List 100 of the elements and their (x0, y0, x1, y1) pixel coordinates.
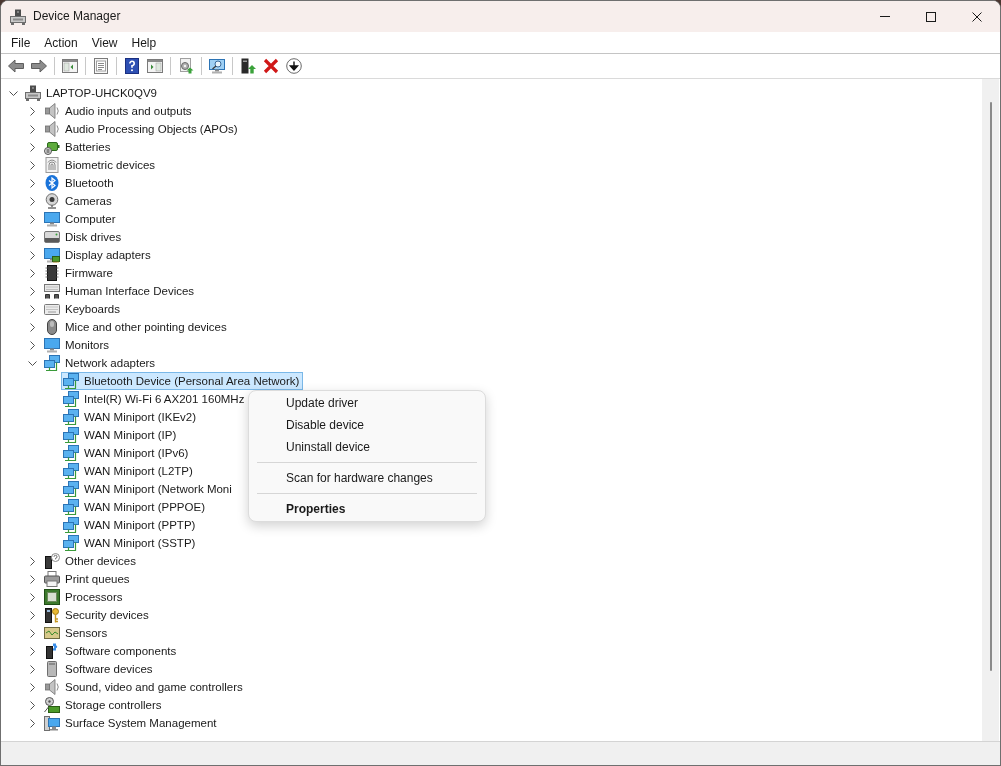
tree-item[interactable]: Sensors (42, 624, 112, 642)
chevron-right-icon[interactable] (29, 592, 35, 602)
chevron-right-icon[interactable] (29, 268, 35, 278)
tree-item[interactable]: Disk drives (42, 228, 126, 246)
menu-item[interactable]: Update driver (253, 392, 481, 414)
chevron-right-icon[interactable] (29, 646, 35, 656)
chevron-right-icon[interactable] (29, 664, 35, 674)
menu-item[interactable]: Scan for hardware changes (253, 467, 481, 489)
network-icon (63, 535, 79, 551)
chevron-right-icon[interactable] (29, 232, 35, 242)
chevron-right-icon[interactable] (29, 178, 35, 188)
tree-item[interactable]: Display adapters (42, 246, 155, 264)
tree-item[interactable]: WAN Miniport (PPTP) (61, 516, 200, 534)
chevron-right-icon[interactable] (29, 610, 35, 620)
tree-item[interactable]: Monitors (42, 336, 114, 354)
chevron-right-icon[interactable] (29, 160, 35, 170)
window-title: Device Manager (33, 9, 121, 24)
tree-item[interactable]: Intel(R) Wi-Fi 6 AX201 160MHz (61, 390, 249, 408)
tree-item[interactable]: WAN Miniport (Network Moni (61, 480, 236, 498)
menu-item[interactable]: Disable device (253, 414, 481, 436)
menu-item[interactable]: File (4, 34, 38, 51)
chevron-right-icon[interactable] (29, 718, 35, 728)
monitor-search-icon[interactable] (208, 58, 225, 74)
input-device-icon (44, 283, 60, 299)
window-pane-icon[interactable] (146, 58, 163, 74)
tree-item[interactable]: Batteries (42, 138, 115, 156)
tree-item[interactable]: WAN Miniport (IKEv2) (61, 408, 201, 426)
chevron-right-icon[interactable] (29, 322, 35, 332)
speaker-icon (44, 103, 60, 119)
chevron-right-icon[interactable] (29, 700, 35, 710)
tree-item[interactable]: Mice and other pointing devices (42, 318, 231, 336)
tree-item[interactable]: WAN Miniport (SSTP) (61, 534, 200, 552)
device-up-arrow-icon[interactable] (239, 58, 256, 74)
menu-item[interactable]: Help (124, 34, 164, 51)
tree-item[interactable]: Other devices (42, 552, 140, 570)
chevron-right-icon[interactable] (29, 286, 35, 296)
chevron-right-icon[interactable] (29, 196, 35, 206)
tree-item[interactable]: WAN Miniport (IPv6) (61, 444, 193, 462)
scrollbar-thumb[interactable] (989, 102, 992, 671)
down-arrow-circle-icon[interactable] (285, 58, 302, 74)
tree-item[interactable]: Storage controllers (42, 696, 166, 714)
tree-item[interactable]: Security devices (42, 606, 153, 624)
network-icon (63, 373, 79, 389)
tree-item[interactable]: Computer (42, 210, 120, 228)
forward-icon[interactable] (30, 58, 47, 74)
tree-item[interactable]: WAN Miniport (L2TP) (61, 462, 197, 480)
cross-icon[interactable] (262, 58, 279, 74)
tree-item[interactable]: Processors (42, 588, 127, 606)
tree-item[interactable]: Print queues (42, 570, 134, 588)
tree-item[interactable]: Software devices (42, 660, 157, 678)
speaker-icon (44, 121, 60, 137)
tree-item[interactable]: Software components (42, 642, 181, 660)
tree-item[interactable]: Audio inputs and outputs (42, 102, 196, 120)
device-puzzle-icon (44, 643, 60, 659)
tree-item[interactable]: Human Interface Devices (42, 282, 199, 300)
chevron-right-icon[interactable] (29, 250, 35, 260)
bluetooth-icon (44, 175, 60, 191)
tree-item[interactable]: WAN Miniport (IP) (61, 426, 181, 444)
chip-icon (44, 265, 60, 281)
tree-item[interactable]: Biometric devices (42, 156, 160, 174)
document-list-icon[interactable] (92, 58, 109, 74)
tree-item[interactable]: WAN Miniport (PPPOE) (61, 498, 209, 516)
help-icon[interactable] (123, 58, 140, 74)
tree-item[interactable]: Network adapters (42, 354, 160, 372)
webcam-icon (44, 193, 60, 209)
tree-item[interactable]: Firmware (42, 264, 117, 282)
battery-icon (44, 139, 60, 155)
tree-item[interactable]: Bluetooth (42, 174, 118, 192)
tree-item[interactable]: Cameras (42, 192, 116, 210)
storage-controller-icon (44, 697, 60, 713)
chevron-right-icon[interactable] (29, 628, 35, 638)
chevron-right-icon[interactable] (29, 304, 35, 314)
menu-item[interactable]: Action (37, 34, 85, 51)
tree-item[interactable]: LAPTOP-UHCK0QV9 (23, 84, 161, 102)
tree-item[interactable]: Bluetooth Device (Personal Area Network) (61, 372, 304, 390)
chevron-right-icon[interactable] (29, 340, 35, 350)
chevron-down-icon[interactable] (27, 360, 37, 366)
chevron-right-icon[interactable] (29, 556, 35, 566)
back-icon[interactable] (7, 58, 24, 74)
menu-item[interactable]: Uninstall device (253, 436, 481, 458)
tree-item[interactable]: Sound, video and game controllers (42, 678, 247, 696)
drive-icon (44, 229, 60, 245)
monitor-icon (44, 337, 60, 353)
chevron-down-icon[interactable] (8, 90, 18, 96)
chevron-right-icon[interactable] (29, 124, 35, 134)
processor-icon (44, 589, 60, 605)
tree-item[interactable]: Surface System Management (42, 714, 221, 732)
tree-item[interactable]: Keyboards (42, 300, 124, 318)
chevron-right-icon[interactable] (29, 574, 35, 584)
scrollbar[interactable] (982, 79, 999, 741)
chevron-right-icon[interactable] (29, 214, 35, 224)
minimize-icon (880, 16, 890, 17)
chevron-right-icon[interactable] (29, 682, 35, 692)
tree-item[interactable]: Audio Processing Objects (APOs) (42, 120, 242, 138)
menu-item[interactable]: Properties (253, 498, 481, 520)
menu-item[interactable]: View (84, 34, 125, 51)
sensor-board-icon (44, 625, 60, 641)
window-pane-icon[interactable] (61, 58, 78, 74)
chevron-right-icon[interactable] (29, 106, 35, 116)
chevron-right-icon[interactable] (29, 142, 35, 152)
